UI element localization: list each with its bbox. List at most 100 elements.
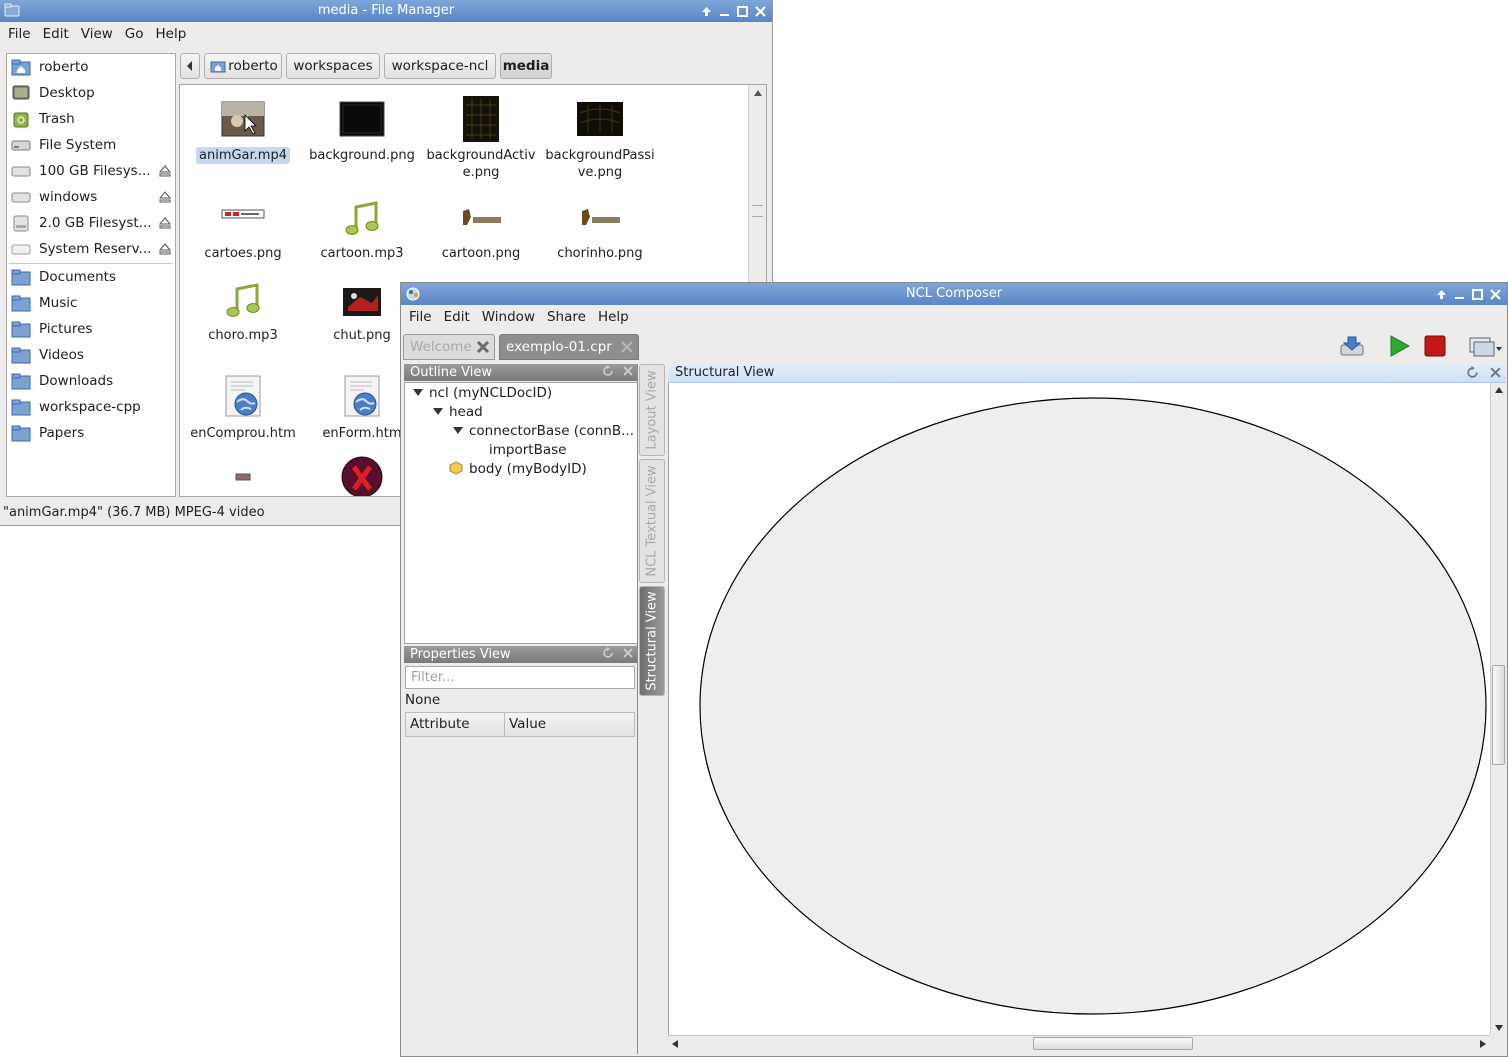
file-item-choro[interactable]: choro.mp3	[184, 277, 302, 349]
column-header-attribute[interactable]: Attribute	[405, 712, 505, 737]
sidebar-item-videos[interactable]: Videos	[7, 342, 175, 368]
close-tab-icon[interactable]	[476, 340, 490, 354]
structural-horizontal-scrollbar[interactable]	[668, 1035, 1490, 1051]
menu-share[interactable]: Share	[541, 305, 592, 329]
structural-vertical-scrollbar[interactable]	[1490, 383, 1506, 1035]
column-header-value[interactable]: Value	[504, 712, 635, 737]
side-tab-label: Layout View	[644, 370, 660, 450]
file-manager-titlebar[interactable]: media - File Manager	[0, 0, 772, 22]
tree-node-connectorbase[interactable]: connectorBase (connB...	[453, 423, 634, 439]
expand-arrow-icon[interactable]	[413, 389, 423, 396]
dock-splitter[interactable]	[637, 364, 638, 1054]
scroll-down-icon[interactable]	[1494, 1024, 1504, 1032]
sidebar-item-music[interactable]: Music	[7, 290, 175, 316]
tree-node-ncl[interactable]: ncl (myNCLDocID)	[413, 385, 552, 401]
scroll-up-icon[interactable]	[753, 89, 763, 97]
path-button-media[interactable]: media	[500, 53, 552, 79]
tab-structural-view[interactable]: Structural View	[639, 586, 665, 696]
tree-node-body[interactable]: body (myBodyID)	[449, 461, 587, 477]
status-bar-text: "animGar.mp4" (36.7 MB) MPEG-4 video	[3, 505, 265, 520]
eject-icon[interactable]	[159, 165, 171, 177]
close-tab-icon[interactable]	[620, 340, 634, 354]
file-item-background-active[interactable]: backgroundActiv e.png	[422, 85, 540, 185]
sidebar-item-documents[interactable]: Documents	[7, 264, 175, 290]
tab-exemplo-01[interactable]: exemplo-01.cpr	[499, 334, 639, 360]
maximize-icon[interactable]	[1470, 287, 1485, 302]
float-panel-icon[interactable]	[602, 365, 614, 377]
import-button[interactable]	[1338, 333, 1366, 359]
file-item-chorinho[interactable]: chorinho.png	[541, 193, 659, 265]
minimize-icon[interactable]	[1452, 287, 1467, 302]
close-panel-icon[interactable]	[622, 647, 634, 659]
tree-node-importbase[interactable]: importBase	[489, 442, 566, 458]
path-button-workspaces[interactable]: workspaces	[286, 53, 380, 79]
file-item-cartoes[interactable]: cartoes.png	[184, 193, 302, 265]
menu-help[interactable]: Help	[150, 22, 193, 46]
file-item-background[interactable]: background.png	[303, 85, 421, 185]
menu-help[interactable]: Help	[592, 305, 635, 329]
path-button-workspace-ncl[interactable]: workspace-ncl	[384, 53, 496, 79]
structural-canvas[interactable]	[668, 383, 1490, 1035]
ncl-composer-titlebar[interactable]: NCL Composer	[401, 283, 1507, 305]
path-button-roberto[interactable]: roberto	[204, 53, 282, 79]
sidebar-item-trash[interactable]: Trash	[7, 106, 175, 132]
close-panel-icon[interactable]	[1489, 366, 1502, 379]
properties-filter-input[interactable]	[405, 666, 635, 689]
sidebar-item-workspace-cpp[interactable]: workspace-cpp	[7, 394, 175, 420]
file-item-animgar[interactable]: animGar.mp4	[184, 85, 302, 185]
keep-above-icon[interactable]	[699, 4, 714, 19]
close-panel-icon[interactable]	[622, 365, 634, 377]
sidebar-item-2gb[interactable]: 2.0 GB Filesyst...	[7, 210, 175, 236]
scroll-thumb[interactable]	[1492, 665, 1505, 765]
sidebar-item-system-reserved[interactable]: System Reserv...	[7, 236, 175, 262]
file-item-encomprou[interactable]: enComprou.htm	[184, 365, 302, 445]
scroll-up-icon[interactable]	[1494, 386, 1504, 394]
menu-go[interactable]: Go	[119, 22, 150, 46]
sidebar-item-file-system[interactable]: File System	[7, 132, 175, 158]
sidebar-item-downloads[interactable]: Downloads	[7, 368, 175, 394]
run-button[interactable]	[1385, 333, 1413, 359]
path-back-button[interactable]	[180, 53, 200, 79]
stop-button[interactable]	[1421, 333, 1449, 359]
file-item-partial-1[interactable]	[184, 455, 302, 495]
scroll-thumb-grip[interactable]	[752, 205, 763, 217]
menu-window[interactable]: Window	[476, 305, 541, 329]
file-name: chorinho.png	[557, 246, 643, 261]
minimize-icon[interactable]	[717, 4, 732, 19]
sidebar-item-100gb[interactable]: 100 GB Filesys...	[7, 158, 175, 184]
tree-node-head[interactable]: head	[433, 404, 483, 420]
maximize-icon[interactable]	[735, 4, 750, 19]
close-icon[interactable]	[1488, 287, 1503, 302]
sidebar-item-windows[interactable]: windows	[7, 184, 175, 210]
sidebar-item-pictures[interactable]: Pictures	[7, 316, 175, 342]
menu-edit[interactable]: Edit	[37, 22, 75, 46]
eject-icon[interactable]	[159, 217, 171, 229]
menu-edit[interactable]: Edit	[438, 305, 476, 329]
expand-arrow-icon[interactable]	[453, 427, 463, 434]
menu-view[interactable]: View	[75, 22, 119, 46]
close-icon[interactable]	[753, 4, 768, 19]
perspective-button[interactable]	[1467, 333, 1503, 359]
music-note-icon	[226, 283, 260, 317]
tab-ncl-textual-view[interactable]: NCL Textual View	[639, 459, 665, 583]
scroll-thumb[interactable]	[1033, 1037, 1193, 1050]
expand-arrow-icon[interactable]	[433, 408, 443, 415]
scroll-left-icon[interactable]	[671, 1039, 679, 1049]
menu-file[interactable]: File	[403, 305, 438, 329]
eject-icon[interactable]	[159, 243, 171, 255]
float-panel-icon[interactable]	[1466, 366, 1479, 379]
file-item-background-passive[interactable]: backgroundPassi ve.png	[541, 85, 659, 185]
tab-welcome[interactable]: Welcome	[403, 334, 495, 360]
sidebar-item-papers[interactable]: Papers	[7, 420, 175, 446]
keep-above-icon[interactable]	[1434, 287, 1449, 302]
menu-file[interactable]: File	[2, 22, 37, 46]
eject-icon[interactable]	[159, 191, 171, 203]
sidebar-item-roberto[interactable]: roberto	[7, 54, 175, 80]
body-node-ellipse[interactable]	[699, 397, 1487, 1015]
scroll-right-icon[interactable]	[1479, 1039, 1487, 1049]
file-item-cartoon-mp3[interactable]: cartoon.mp3	[303, 193, 421, 265]
sidebar-item-desktop[interactable]: Desktop	[7, 80, 175, 106]
float-panel-icon[interactable]	[602, 647, 614, 659]
file-item-cartoon-png[interactable]: cartoon.png	[422, 193, 540, 265]
tab-layout-view[interactable]: Layout View	[639, 364, 665, 456]
